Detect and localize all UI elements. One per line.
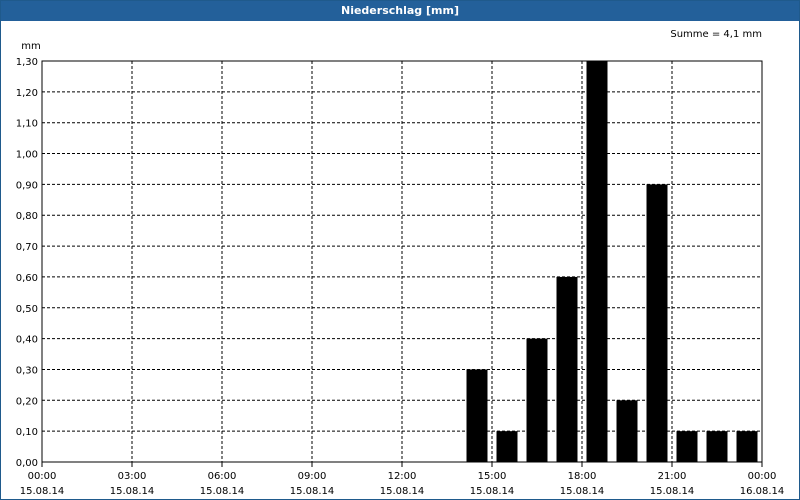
bar — [706, 431, 728, 462]
y-tick-label: 0,80 — [16, 211, 38, 222]
x-tick-time: 03:00 — [118, 471, 147, 482]
y-tick-label: 0,20 — [16, 396, 38, 407]
y-tick-label: 0,40 — [16, 335, 38, 346]
x-tick-time: 09:00 — [298, 471, 327, 482]
x-tick-time: 18:00 — [568, 471, 597, 482]
chart-window: Niederschlag [mm] 0,00 0,10 0,20 0,30 0,40 0,… — [0, 0, 800, 500]
bar — [736, 431, 758, 462]
x-tick-date: 15.08.14 — [470, 486, 515, 497]
x-tick-time: 06:00 — [208, 471, 237, 482]
bar — [496, 431, 518, 462]
x-tick-date: 15.08.14 — [110, 486, 155, 497]
y-tick-label: 1,00 — [16, 150, 38, 161]
bar — [616, 400, 638, 462]
x-tick-date: 15.08.14 — [650, 486, 695, 497]
y-tick-label: 0,90 — [16, 180, 38, 191]
bar — [586, 61, 608, 462]
y-tick-label: 0,50 — [16, 304, 38, 315]
x-tick-date: 16.08.14 — [740, 486, 785, 497]
precipitation-chart: 0,00 0,10 0,20 0,30 0,40 0,50 0,60 0,70 0,80 0,90… — [16, 29, 785, 497]
y-tick-label: 0,10 — [16, 427, 38, 438]
x-tick-date: 15.08.14 — [560, 486, 605, 497]
x-tick-date: 15.08.14 — [20, 486, 65, 497]
y-tick-label: 1,30 — [16, 57, 38, 68]
y-tick-label: 0,00 — [16, 458, 38, 469]
y-tick-label: 1,20 — [16, 88, 38, 99]
x-tick-time: 12:00 — [388, 471, 417, 482]
x-tick-date: 15.08.14 — [290, 486, 335, 497]
x-tick-time: 21:00 — [658, 471, 687, 482]
x-tick-time: 00:00 — [28, 471, 57, 482]
y-tick-label: 0,70 — [16, 242, 38, 253]
x-tick-time: 00:00 — [748, 471, 777, 482]
y-tick-label: 1,10 — [16, 119, 38, 130]
x-tick-date: 15.08.14 — [200, 486, 245, 497]
sum-annotation: Summe = 4,1 mm — [670, 29, 762, 40]
y-axis-label: mm — [21, 41, 40, 52]
bar — [556, 276, 578, 462]
window-title: Niederschlag [mm] — [1, 1, 799, 21]
bar — [646, 184, 668, 462]
x-tick-date: 15.08.14 — [380, 486, 425, 497]
bar — [466, 369, 488, 462]
y-tick-label: 0,60 — [16, 273, 38, 284]
bar — [526, 338, 548, 462]
x-tick-time: 15:00 — [478, 471, 507, 482]
bar — [676, 431, 698, 462]
y-tick-label: 0,30 — [16, 365, 38, 376]
